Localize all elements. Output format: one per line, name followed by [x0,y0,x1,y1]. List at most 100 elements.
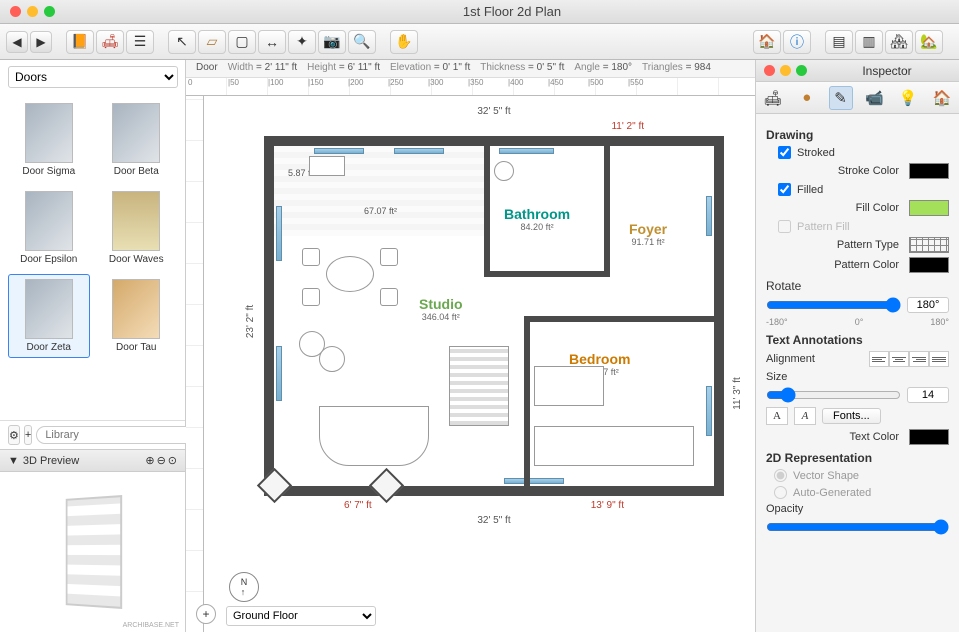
view-split-button[interactable]: ▥ [855,30,883,54]
inspector-tab-material[interactable]: ● [795,86,819,110]
room-bathroom-label[interactable]: Bathroom84.20 ft² [504,206,570,232]
fill-color-swatch[interactable] [909,200,949,216]
furniture-chair[interactable] [302,248,320,266]
dimension-tool-button[interactable]: ↔ [258,30,286,54]
room-tool-button[interactable]: ▢ [228,30,256,54]
view-plan-button[interactable]: ▤ [825,30,853,54]
zoom-tool-button[interactable]: 🔍 [348,30,376,54]
align-right-button[interactable] [909,351,929,367]
add-floor-button[interactable]: + [196,604,216,624]
preview-header[interactable]: ▼ 3D Preview ⊕ ⊖ ⊙ [0,449,185,472]
room-foyer-label[interactable]: Foyer91.71 ft² [629,221,667,247]
pointer-tool-button[interactable]: ↖ [168,30,196,54]
compass-icon[interactable]: N↑ [229,572,259,602]
library-item[interactable]: Door Zeta [8,274,90,358]
library-item[interactable]: Door Epsilon [8,186,90,270]
library-item-label: Door Tau [101,342,173,353]
fonts-button[interactable]: Fonts... [822,408,881,424]
furniture-stool[interactable] [319,346,345,372]
library-settings-button[interactable]: ⚙ [8,425,20,445]
align-center-button[interactable] [889,351,909,367]
library-item[interactable]: Door Sigma [8,98,90,182]
floor-plan-canvas[interactable]: 32' 5" ft 11' 2" ft 32' 5" ft 6' 7" ft 1… [204,96,755,632]
furniture-button[interactable]: 🛋 [96,30,124,54]
room-studio-label[interactable]: Studio346.04 ft² [419,296,463,322]
inspector-panel: Inspector 🛋 ● ✎ 📹 💡 🏠 Drawing Stroked St… [755,60,959,632]
library-add-button[interactable]: + [24,425,32,445]
furniture-chair[interactable] [302,288,320,306]
inspector-close-button[interactable] [764,65,775,76]
pattern-fill-checkbox[interactable] [778,220,791,233]
auto-generated-radio[interactable] [774,486,787,499]
inspector-title: Inspector [815,64,959,78]
furniture-sofa[interactable] [319,406,429,466]
nav-forward-button[interactable]: ▶ [30,31,52,53]
info-button[interactable]: ⓘ [783,30,811,54]
align-left-button[interactable] [869,351,889,367]
text-style-plain-button[interactable]: A [766,407,788,425]
filled-checkbox[interactable] [778,183,791,196]
inspector-minimize-button[interactable] [780,65,791,76]
view-3d-button[interactable]: 🏘 [885,30,913,54]
furniture-table[interactable] [326,256,374,292]
vector-shape-radio[interactable] [774,469,787,482]
library-grid: Door SigmaDoor BetaDoor EpsilonDoor Wave… [0,94,185,420]
3d-mode-button[interactable]: 🏠 [753,30,781,54]
nav-back-button[interactable]: ◀ [6,31,28,53]
minimize-window-button[interactable] [27,6,38,17]
align-justify-button[interactable] [929,351,949,367]
rotate-value-input[interactable] [907,297,949,313]
text-color-swatch[interactable] [909,429,949,445]
pan-tool-button[interactable]: ✋ [390,30,418,54]
preview-3d-viewport[interactable]: ARCHIBASE.NET [0,472,185,632]
inspector-tab-building[interactable]: 🏠 [930,86,954,110]
inspector-zoom-button[interactable] [796,65,807,76]
library-search-input[interactable] [36,426,196,444]
inspector-tab-2d[interactable]: ✎ [829,86,853,110]
door-icon [25,191,73,251]
ruler-horizontal: 0|50|100|150|200|250|300|350|400|450|500… [186,78,755,96]
furniture-toilet[interactable] [494,161,514,181]
pattern-color-swatch[interactable] [909,257,949,273]
furniture-sink[interactable] [309,156,345,176]
pattern-type-swatch[interactable] [909,237,949,253]
inspector-tab-light[interactable]: 💡 [896,86,920,110]
exterior-walls[interactable]: 5.87 ft² 67.07 ft² [264,136,724,496]
library-category-select[interactable]: Doors [8,66,178,88]
furniture-bed[interactable] [534,366,604,406]
furniture-wardrobe[interactable] [534,426,694,466]
furniture-chair[interactable] [380,248,398,266]
zoom-window-button[interactable] [44,6,55,17]
stroked-checkbox[interactable] [778,146,791,159]
library-doors-button[interactable]: 📙 [66,30,94,54]
stairs[interactable] [449,346,509,426]
dimension-left: 23' 2" ft [245,305,256,338]
library-sidebar: Doors Door SigmaDoor BetaDoor EpsilonDoo… [0,60,186,632]
list-button[interactable]: ☰ [126,30,154,54]
zoom-in-icon[interactable]: ⊕ [145,454,154,467]
section-2d-representation: 2D Representation [766,451,949,465]
furniture-chair[interactable] [380,288,398,306]
door-icon [25,279,73,339]
rotate-slider[interactable] [766,297,901,313]
library-item[interactable]: Door Tau [96,274,178,358]
inspector-tab-camera[interactable]: 📹 [862,86,886,110]
camera-tool-button[interactable]: 📷 [318,30,346,54]
text-size-input[interactable] [907,387,949,403]
close-window-button[interactable] [10,6,21,17]
text-style-italic-button[interactable]: A [794,407,816,425]
library-item[interactable]: Door Beta [96,98,178,182]
floor-level-select[interactable]: Ground Floor [226,606,376,626]
zoom-fit-icon[interactable]: ⊙ [168,454,177,467]
zoom-out-icon[interactable]: ⊖ [157,454,166,467]
opacity-slider[interactable] [766,519,949,535]
text-size-slider[interactable] [766,387,901,403]
stroke-color-swatch[interactable] [909,163,949,179]
library-item[interactable]: Door Waves [96,186,178,270]
connect-tool-button[interactable]: ✦ [288,30,316,54]
door-icon [112,279,160,339]
wall-tool-button[interactable]: ▱ [198,30,226,54]
inspector-tab-furniture[interactable]: 🛋 [761,86,785,110]
view-walkthrough-button[interactable]: 🏡 [915,30,943,54]
dimension-top: 32' 5" ft [264,106,724,117]
